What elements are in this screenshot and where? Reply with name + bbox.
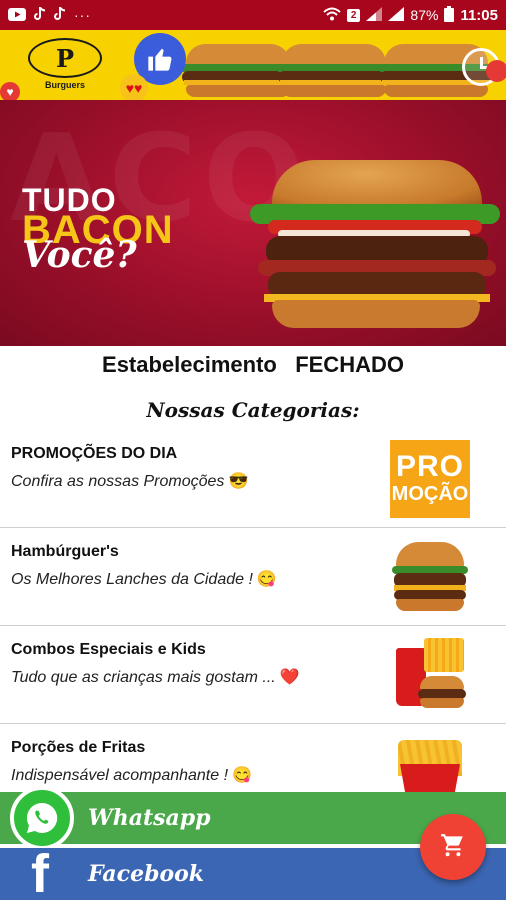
hamburger-thumbnail bbox=[390, 538, 470, 616]
combo-thumbnail bbox=[390, 636, 470, 714]
whatsapp-icon bbox=[10, 786, 74, 850]
facebook-label: Facebook bbox=[88, 861, 205, 887]
promo-thumb-line-2: MOÇÃO bbox=[391, 483, 469, 505]
cart-button[interactable] bbox=[420, 814, 486, 880]
whatsapp-label: Whatsapp bbox=[88, 805, 211, 831]
hero-banner[interactable]: ACO TUDO BACON Você? bbox=[0, 100, 506, 346]
category-name: PROMOÇÕES DO DIA bbox=[11, 445, 178, 462]
category-description: Indispensável acompanhante ! 😋 bbox=[11, 767, 252, 784]
app-screen: ··· 2 87% 11:05 P Burguers ♥ ♥♥ ACO TUDO… bbox=[0, 0, 506, 900]
category-name: Combos Especiais e Kids bbox=[11, 641, 206, 658]
category-description: Tudo que as crianças mais gostam ... ❤️ bbox=[11, 669, 300, 686]
logo-text: Burguers bbox=[44, 80, 85, 90]
yum-emoji-icon: 😋 bbox=[256, 571, 277, 588]
header-banner: P Burguers bbox=[0, 30, 506, 100]
promo-thumb-line-1: PRO bbox=[395, 450, 464, 483]
signal-icon bbox=[366, 7, 383, 23]
heart-emoji-icon: ❤️ bbox=[279, 669, 300, 686]
category-item-hamburgueres[interactable]: Hambúrguer's Os Melhores Lanches da Cida… bbox=[0, 528, 506, 626]
tiktok-icon bbox=[54, 6, 66, 23]
status-bar: ··· 2 87% 11:05 bbox=[0, 0, 506, 30]
sim-badge: 2 bbox=[346, 8, 361, 22]
category-item-combos[interactable]: Combos Especiais e Kids Tudo que as cria… bbox=[0, 626, 506, 724]
logo-emblem: P bbox=[28, 38, 102, 78]
category-description: Confira as nossas Promoções 😎 bbox=[11, 473, 249, 490]
categories-title: Nossas Categorias: bbox=[146, 398, 360, 422]
category-list: PROMOÇÕES DO DIA Confira as nossas Promo… bbox=[0, 430, 506, 822]
category-item-promocoes[interactable]: PROMOÇÕES DO DIA Confira as nossas Promo… bbox=[0, 430, 506, 528]
youtube-icon bbox=[8, 7, 26, 23]
burger-banner-image bbox=[170, 36, 506, 98]
more-notifications-icon: ··· bbox=[74, 7, 91, 23]
wifi-icon bbox=[323, 7, 341, 23]
tiktok-icon bbox=[34, 6, 46, 23]
hero-line-3: Você? bbox=[22, 234, 137, 276]
signal-icon bbox=[388, 7, 405, 23]
cool-emoji-icon: 😎 bbox=[228, 473, 249, 490]
battery-percent: 87% bbox=[410, 7, 439, 23]
category-description: Os Melhores Lanches da Cidade ! 😋 bbox=[11, 571, 277, 588]
category-name: Porções de Fritas bbox=[11, 739, 146, 756]
facebook-icon: f bbox=[10, 847, 70, 900]
heart-eyes-emoji-icon: ♥♥ bbox=[120, 74, 148, 102]
clock-time: 11:05 bbox=[460, 6, 498, 24]
brand-logo[interactable]: P Burguers bbox=[24, 38, 106, 94]
hero-burger-image bbox=[248, 160, 500, 340]
notification-dot bbox=[486, 60, 506, 82]
store-status: Estabelecimento FECHADO bbox=[102, 352, 404, 377]
battery-icon bbox=[444, 6, 455, 24]
cart-icon bbox=[440, 832, 466, 863]
yum-emoji-icon: 😋 bbox=[232, 767, 252, 784]
heart-icon: ♥ bbox=[0, 82, 20, 102]
category-name: Hambúrguer's bbox=[11, 543, 119, 560]
promocao-thumbnail: PRO MOÇÃO bbox=[390, 440, 470, 518]
